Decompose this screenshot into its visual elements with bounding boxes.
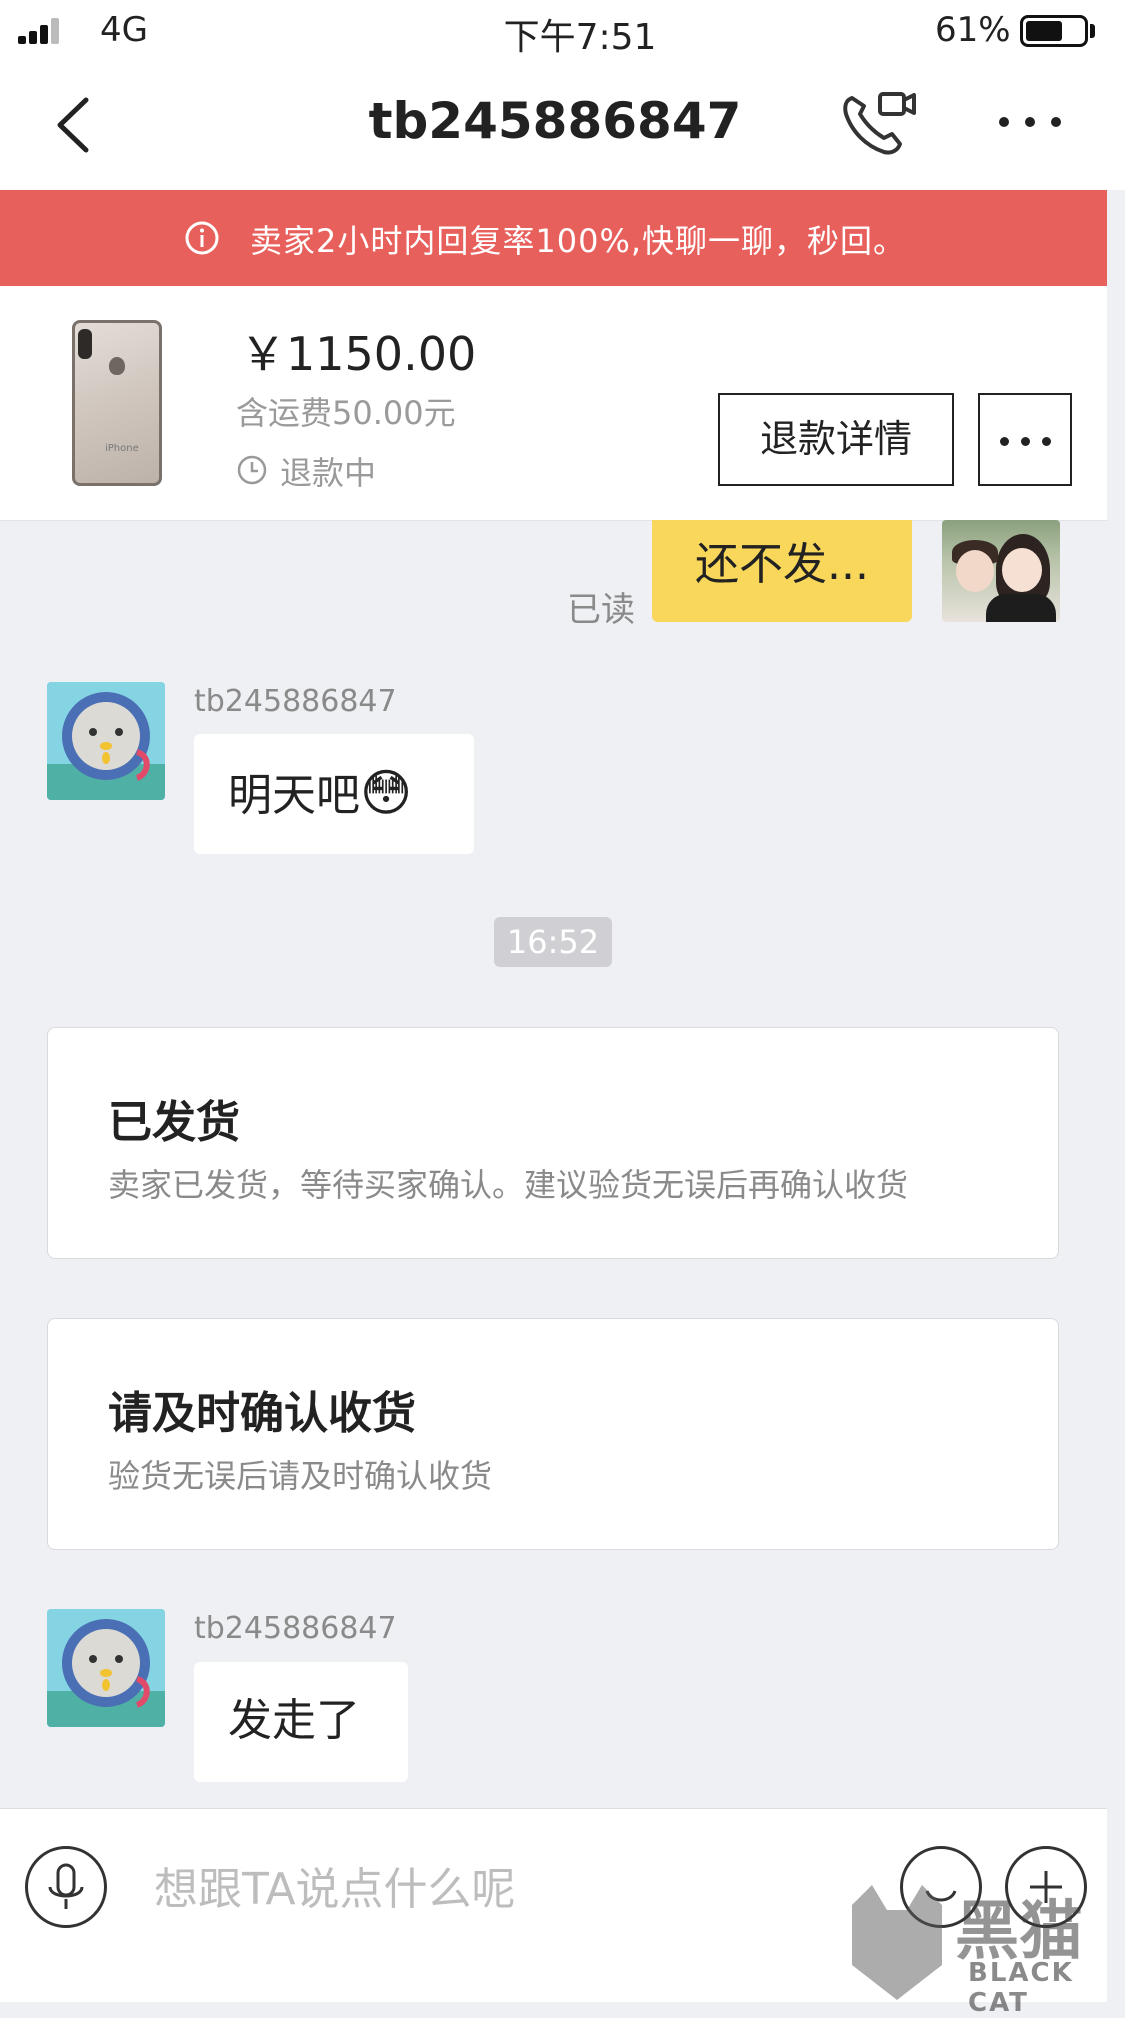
incoming-message-bubble[interactable]: 发走了 [194,1662,408,1782]
battery-percent: 61% [935,10,1011,50]
seller-avatar[interactable] [47,682,165,800]
message-input[interactable] [152,1858,716,1920]
battery-nub [1090,24,1095,38]
incoming-message-bubble[interactable]: 明天吧😳 [194,734,474,854]
more-dots-icon[interactable] [995,110,1065,134]
signal-icon [18,18,70,44]
refund-details-button[interactable]: 退款详情 [718,393,954,486]
timestamp-badge: 16:52 [494,917,612,967]
phone-video-icon[interactable] [840,88,920,158]
microphone-icon[interactable] [25,1846,107,1928]
read-receipt: 已读 [567,590,635,630]
card-description: 卖家已发货，等待买家确认。建议验货无误后再确认收货 [108,1166,909,1204]
card-title: 已发货 [108,1097,240,1148]
network-label: 4G [100,10,148,50]
outgoing-message-bubble[interactable]: 还不发... [652,520,912,622]
order-more-button[interactable] [978,393,1072,486]
clock-icon [236,454,268,486]
shipping-fee: 含运费50.00元 [236,394,456,432]
card-description: 验货无误后请及时确认收货 [108,1457,493,1495]
sender-name: tb245886847 [194,684,397,719]
banner-text: 卖家2小时内回复率100%,快聊一聊，秒回。 [250,222,907,260]
chevron-left-icon[interactable] [50,92,98,158]
watermark-subtext: BLACK CAT [968,1958,1074,2018]
sender-name: tb245886847 [194,1611,397,1646]
product-thumbnail[interactable]: iPhone [72,320,162,486]
seller-avatar[interactable] [47,1609,165,1727]
order-status: 退款中 [280,454,377,492]
product-price: ￥1150.00 [240,327,477,381]
blackcat-logo [842,1885,952,2000]
emoji-flushed: 😳 [360,764,413,822]
my-avatar[interactable] [942,520,1060,622]
card-title: 请及时确认收货 [108,1388,416,1439]
battery-icon [1020,15,1088,47]
chat-title: tb245886847 [368,92,742,150]
confirm-receipt-card[interactable]: 请及时确认收货 验货无误后请及时确认收货 [47,1318,1059,1550]
message-text: 明天吧 [228,770,360,821]
shipped-notice-card[interactable]: 已发货 卖家已发货，等待买家确认。建议验货无误后再确认收货 [47,1027,1059,1259]
info-icon [184,220,220,256]
status-time: 下午7:51 [503,17,657,58]
